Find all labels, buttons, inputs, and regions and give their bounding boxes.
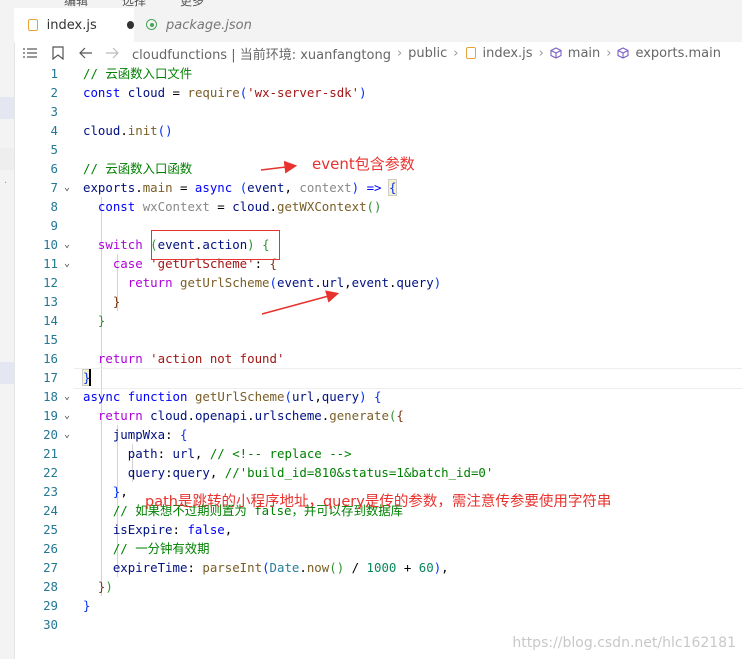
menu-item[interactable]: 更多 [180,0,204,8]
sidebar-selected-row [0,362,14,384]
bookmark-icon[interactable] [50,45,66,61]
event-note: event包含参数 [312,155,415,173]
js-file-icon [26,18,39,32]
js-file-icon [464,46,478,60]
chevron-right-icon: › [453,45,459,61]
menu-item[interactable]: 编辑 [64,0,88,8]
sidebar-row [0,148,14,170]
breadcrumb-item[interactable]: cloudfunctions | 当前环境: xuanfangtong [132,44,391,63]
tab-package-json[interactable]: package.json [134,8,274,42]
arrow-to-event-note [260,160,298,174]
json-file-icon [144,17,160,33]
sidebar-ellipsis: · [4,178,8,189]
sidebar-selected-row [0,97,14,119]
unsaved-dot-icon[interactable] [126,21,134,29]
chevron-right-icon: › [538,45,544,61]
method-cube-icon [550,47,562,59]
breadcrumb-item[interactable]: public [408,46,447,61]
menu-item[interactable]: 选择 [122,0,146,8]
code-editor[interactable]: 1// 云函数入口文件 2 const cloud = require('wx-s… [14,64,742,659]
breadcrumb-item[interactable]: main [568,46,600,61]
arrow-to-event-url [261,290,340,315]
tab-bar: index.js package.json [14,8,742,42]
forward-arrow-icon[interactable] [104,45,120,61]
tab-index-js[interactable]: index.js [14,8,134,42]
watermark: https://blog.csdn.net/hlc162181 [512,635,736,651]
menu-bar: 编辑 选择 更多 [0,0,742,8]
tab-label: package.json [166,17,252,33]
tab-label: index.js [46,17,97,33]
list-icon[interactable] [22,45,38,61]
chevron-right-icon: › [606,45,612,61]
chevron-right-icon: › [396,45,403,61]
back-arrow-icon[interactable] [78,45,94,61]
breadcrumb-item[interactable]: index.js [482,46,532,61]
sidebar-edge: · [0,8,15,659]
breadcrumb: cloudfunctions | 当前环境: xuanfangtong › pu… [14,42,742,64]
method-cube-icon [617,47,630,59]
breadcrumb-item[interactable]: exports.main [635,46,721,61]
path-query-note: path是跳转的小程序地址，query是传的参数，需注意传参要使用字符串 [145,494,612,510]
